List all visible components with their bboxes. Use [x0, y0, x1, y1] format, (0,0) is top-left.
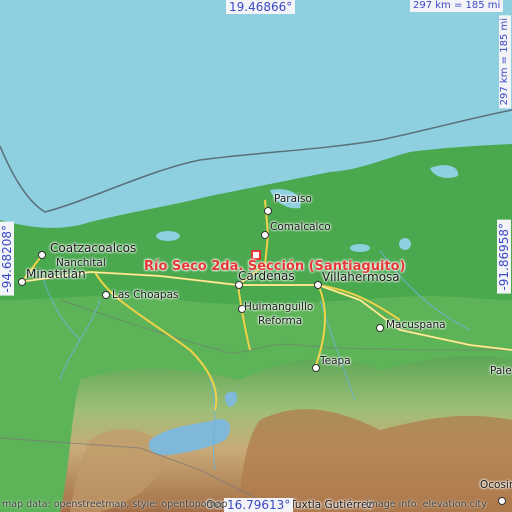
- coord-bottom: 16.79613°: [224, 498, 294, 512]
- map-credit: map data: openstreetmap, style: opentopo…: [2, 499, 228, 510]
- tuxtla-label: Tuxtla Gutiérrez: [290, 499, 373, 511]
- ocosingo-pin[interactable]: [498, 497, 506, 505]
- las-choapas-label: Las Choapas: [112, 289, 179, 301]
- paraiso-pin[interactable]: [264, 207, 272, 215]
- scale-vertical: 297 km = 185 mi: [499, 15, 511, 109]
- palenque-label: Pale: [490, 365, 512, 377]
- villahermosa-pin[interactable]: [314, 281, 322, 289]
- las-choapas-pin[interactable]: [102, 291, 110, 299]
- teapa-pin[interactable]: [312, 364, 320, 372]
- target-label: Río Seco 2da. Sección (Santiaguito): [144, 259, 406, 274]
- scale-horizontal: 297 km = 185 mi: [410, 0, 504, 12]
- comalcalco-pin[interactable]: [261, 231, 269, 239]
- macuspana-pin[interactable]: [376, 324, 384, 332]
- image-credit: image info: elevation.city: [366, 499, 487, 510]
- coord-left: -94.68208°: [0, 222, 14, 296]
- minatitlan-label: Minatitlán: [26, 267, 86, 281]
- map-canvas[interactable]: Coatzacoalcos Nanchital Minatitlán Las C…: [0, 0, 512, 512]
- teapa-label: Teapa: [320, 355, 351, 367]
- comalcalco-label: Comalcalco: [270, 221, 331, 233]
- minatitlan-pin[interactable]: [18, 278, 26, 286]
- coatzacoalcos-pin[interactable]: [38, 251, 46, 259]
- coord-right: -91.86958°: [497, 220, 511, 294]
- reforma-label: Reforma: [258, 315, 303, 327]
- huimanguillo-label: Huimanguillo: [244, 301, 314, 313]
- macuspana-label: Macuspana: [386, 319, 446, 331]
- coatzacoalcos-label: Coatzacoalcos: [50, 241, 137, 255]
- ocosingo-label: Ocosing: [480, 479, 512, 491]
- paraiso-label: Paraíso: [274, 193, 312, 205]
- coord-top: 19.46866°: [226, 0, 296, 14]
